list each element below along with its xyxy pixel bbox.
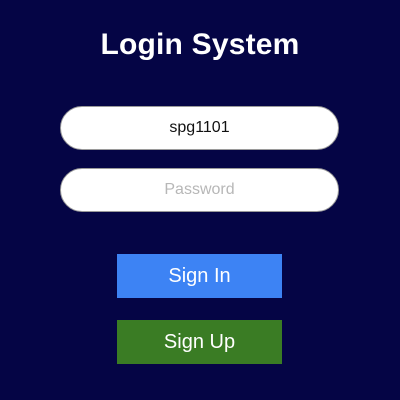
- page-title: Login System: [100, 28, 300, 61]
- password-field[interactable]: [60, 168, 339, 212]
- sign-in-button[interactable]: Sign In: [117, 254, 282, 298]
- username-field[interactable]: [60, 106, 339, 150]
- sign-up-button[interactable]: Sign Up: [117, 320, 282, 364]
